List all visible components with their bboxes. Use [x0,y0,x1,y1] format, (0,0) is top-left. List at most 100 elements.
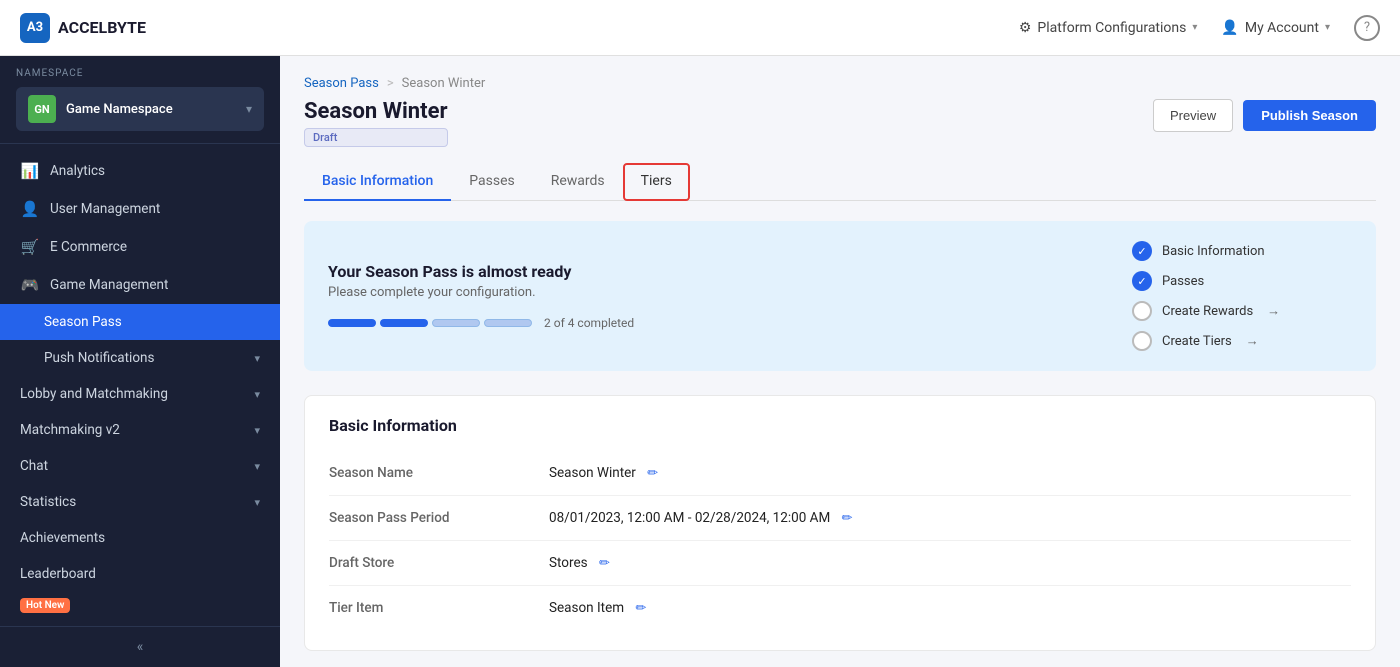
status-badge: Draft [304,128,448,147]
sidebar-item-analytics-label: Analytics [50,163,260,179]
sidebar-item-chat[interactable]: Chat ▾ [0,448,280,484]
platform-config-label: Platform Configurations [1037,20,1186,36]
ecommerce-icon: 🛒 [20,238,40,256]
progress-segment-3 [432,319,480,327]
sidebar-item-user-management-label: User Management [50,201,260,217]
sidebar-item-ecommerce-label: E Commerce [50,239,260,255]
checklist-tiers-label: Create Tiers [1162,334,1232,349]
sidebar-item-analytics[interactable]: 📊 Analytics [0,152,280,190]
tabs: Basic Information Passes Rewards Tiers [304,163,1376,201]
topbar: A3 ACCELBYTE ⚙ Platform Configurations ▾… [0,0,1400,56]
field-value-period: 08/01/2023, 12:00 AM - 02/28/2024, 12:00… [549,496,1351,541]
namespace-arrow: ▾ [246,102,252,116]
namespace-name: Game Namespace [66,102,236,117]
tab-tiers[interactable]: Tiers [623,163,690,201]
checklist-rewards-label: Create Rewards [1162,304,1253,319]
content-area: Season Pass > Season Winter Season Winte… [280,56,1400,667]
breadcrumb: Season Pass > Season Winter [304,76,1376,91]
sidebar-item-game-management-label: Game Management [50,277,260,293]
checklist-item-create-tiers[interactable]: Create Tiers → [1132,331,1352,351]
basic-information-card: Basic Information Season Name Season Win… [304,395,1376,651]
edit-period-icon[interactable]: ✏ [842,511,853,526]
publish-button[interactable]: Publish Season [1243,100,1376,131]
preview-button[interactable]: Preview [1153,99,1233,132]
sidebar-item-matchmaking-label: Matchmaking v2 [20,422,244,438]
field-label-tier-item: Tier Item [329,586,549,631]
account-icon: 👤 [1221,20,1238,36]
push-notifications-arrow: ▾ [254,352,260,365]
user-management-icon: 👤 [20,200,40,218]
progress-right: ✓ Basic Information ✓ Passes Create Rewa… [1132,241,1352,351]
table-row: Season Name Season Winter ✏ [329,451,1351,496]
check-passes-icon: ✓ [1132,271,1152,291]
platform-config-button[interactable]: ⚙ Platform Configurations ▾ [1019,20,1198,36]
progress-text: 2 of 4 completed [544,316,634,330]
breadcrumb-parent[interactable]: Season Pass [304,76,379,91]
edit-tier-item-icon[interactable]: ✏ [635,601,646,616]
breadcrumb-current: Season Winter [402,76,486,91]
tiers-arrow-icon: → [1246,333,1259,349]
sidebar-item-push-notifications[interactable]: Push Notifications ▾ [0,340,280,376]
sidebar-item-ecommerce[interactable]: 🛒 E Commerce [0,228,280,266]
progress-left: Your Season Pass is almost ready Please … [328,262,1092,330]
sidebar-item-leaderboard[interactable]: Leaderboard [0,556,280,592]
checklist-item-create-rewards[interactable]: Create Rewards → [1132,301,1352,321]
basic-information-title: Basic Information [329,416,1351,435]
field-label-draft-store: Draft Store [329,541,549,586]
field-value-season-name: Season Winter ✏ [549,451,1351,496]
sidebar-item-user-management[interactable]: 👤 User Management [0,190,280,228]
sidebar-item-statistics[interactable]: Statistics ▾ [0,484,280,520]
rewards-arrow-icon: → [1267,303,1280,319]
edit-draft-store-icon[interactable]: ✏ [599,556,610,571]
logo-icon: A3 [20,13,50,43]
main-layout: NAMESPACE GN Game Namespace ▾ 📊 Analytic… [0,56,1400,667]
tab-basic-information[interactable]: Basic Information [304,163,451,201]
sidebar-item-statistics-label: Statistics [20,494,244,510]
progress-banner: Your Season Pass is almost ready Please … [304,221,1376,371]
sidebar-item-chat-label: Chat [20,458,244,474]
tab-rewards[interactable]: Rewards [533,163,623,201]
table-row: Tier Item Season Item ✏ [329,586,1351,631]
sidebar-item-game-management[interactable]: 🎮 Game Management [0,266,280,304]
progress-bar-row: 2 of 4 completed [328,316,1092,330]
field-value-tier-item: Season Item ✏ [549,586,1351,631]
sidebar-item-achievements[interactable]: Achievements [0,520,280,556]
table-row: Draft Store Stores ✏ [329,541,1351,586]
chat-arrow: ▾ [254,460,260,473]
tab-passes[interactable]: Passes [451,163,532,201]
sidebar-collapse-button[interactable]: « [0,626,280,667]
sidebar-item-lobby-label: Lobby and Matchmaking [20,386,244,402]
sidebar-item-season-pass[interactable]: Season Pass [0,304,280,340]
sidebar-item-lobby-matchmaking[interactable]: Lobby and Matchmaking ▾ [0,376,280,412]
page-title: Season Winter [304,99,448,124]
sidebar-item-achievements-label: Achievements [20,530,260,546]
sidebar-item-season-pass-label: Season Pass [44,314,260,330]
namespace-label: NAMESPACE [16,68,264,79]
game-management-icon: 🎮 [20,276,40,294]
namespace-section: NAMESPACE GN Game Namespace ▾ [0,56,280,144]
namespace-selector[interactable]: GN Game Namespace ▾ [16,87,264,131]
sidebar-item-leaderboard-label: Leaderboard [20,566,260,582]
check-rewards-icon [1132,301,1152,321]
progress-title: Your Season Pass is almost ready [328,262,1092,281]
page-title-section: Season Winter Draft [304,99,448,147]
matchmaking-arrow: ▾ [254,424,260,437]
gear-icon: ⚙ [1019,20,1032,36]
sidebar: NAMESPACE GN Game Namespace ▾ 📊 Analytic… [0,56,280,667]
statistics-arrow: ▾ [254,496,260,509]
help-button[interactable]: ? [1354,15,1380,41]
collapse-icon: « [137,639,144,655]
my-account-button[interactable]: 👤 My Account ▾ [1221,20,1330,36]
lobby-arrow: ▾ [254,388,260,401]
check-basic-info-icon: ✓ [1132,241,1152,261]
progress-subtitle: Please complete your configuration. [328,285,1092,300]
logo-text: ACCELBYTE [58,18,146,37]
platform-config-chevron: ▾ [1192,22,1197,33]
basic-information-table: Season Name Season Winter ✏ Season Pass … [329,451,1351,630]
logo: A3 ACCELBYTE [20,13,146,43]
progress-segment-1 [328,319,376,327]
field-label-season-name: Season Name [329,451,549,496]
namespace-badge: GN [28,95,56,123]
edit-season-name-icon[interactable]: ✏ [647,466,658,481]
sidebar-item-matchmaking-v2[interactable]: Matchmaking v2 ▾ [0,412,280,448]
